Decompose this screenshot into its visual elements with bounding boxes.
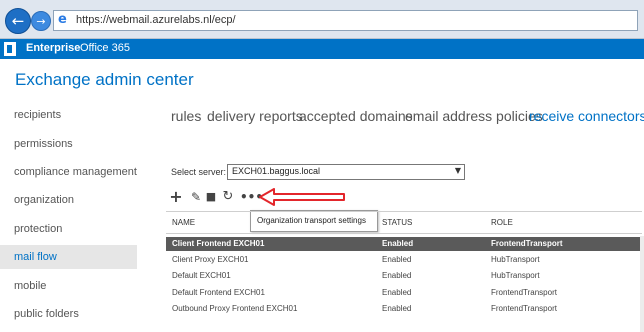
sidebar-item-recipients[interactable]: recipients — [0, 103, 137, 127]
back-arrow-icon[interactable]: ← — [5, 8, 31, 34]
sidebar-item-public-folders[interactable]: public folders — [0, 302, 137, 326]
table-row[interactable]: Client Frontend EXCH01 Enabled FrontendT… — [166, 237, 644, 251]
address-bar[interactable]: e https://webmail.azurelabs.nl/ecp/ — [53, 10, 638, 31]
sidebar-item-label: public folders — [14, 308, 79, 320]
table-row[interactable]: Default Frontend EXCH01 Enabled Frontend… — [166, 286, 644, 300]
tab-rules[interactable]: rules — [171, 108, 201, 124]
tab-delivery-reports[interactable]: delivery reports — [207, 108, 303, 124]
internet-explorer-icon: e — [58, 12, 67, 27]
page-title: Exchange admin center — [15, 70, 194, 89]
sidebar-item-label: permissions — [14, 138, 73, 150]
cell-status: Enabled — [382, 304, 412, 313]
divider — [166, 211, 642, 212]
cell-status: Enabled — [382, 255, 412, 264]
forward-arrow-icon[interactable]: → — [31, 11, 51, 31]
sidebar-item-label: recipients — [14, 109, 62, 121]
cell-name: Default Frontend EXCH01 — [172, 288, 265, 297]
sidebar-item-label: organization — [14, 194, 74, 206]
more-icon[interactable]: ••• — [240, 190, 263, 204]
cell-name: Client Frontend EXCH01 — [172, 239, 265, 248]
server-select[interactable]: EXCH01.baggus.local ▼ — [227, 164, 465, 180]
sidebar-item-compliance-management[interactable]: compliance management — [0, 160, 137, 184]
cell-status: Enabled — [382, 271, 412, 280]
tooltip-text: Organization transport settings — [257, 216, 366, 225]
sidebar-item-label: protection — [14, 223, 63, 235]
cell-status: Enabled — [382, 239, 414, 248]
tab-receive-connectors[interactable]: receive connectors — [529, 108, 644, 124]
sidebar-item-mail-flow[interactable]: mail flow — [0, 245, 137, 269]
cell-role: FrontendTransport — [491, 239, 563, 248]
divider — [166, 233, 642, 234]
cell-role: HubTransport — [491, 271, 540, 280]
add-icon[interactable]: + — [169, 189, 183, 205]
server-select-label: Select server: — [171, 167, 227, 177]
delete-icon[interactable]: ■ — [204, 190, 218, 204]
tab-email-address-policies[interactable]: email address policies — [405, 108, 543, 124]
sidebar-item-label: mail flow — [14, 251, 57, 263]
tooltip: Organization transport settings — [250, 210, 378, 232]
cell-role: HubTransport — [491, 255, 540, 264]
column-header-name[interactable]: NAME — [172, 218, 195, 227]
cell-name: Outbound Proxy Frontend EXCH01 — [172, 304, 298, 313]
column-header-status[interactable]: STATUS — [382, 218, 412, 227]
table-row[interactable]: Outbound Proxy Frontend EXCH01 Enabled F… — [166, 302, 644, 316]
sidebar-item-protection[interactable]: protection — [0, 217, 137, 241]
column-header-role[interactable]: ROLE — [491, 218, 513, 227]
sidebar-item-mobile[interactable]: mobile — [0, 274, 137, 298]
office-logo-icon[interactable] — [4, 42, 16, 56]
table-row[interactable]: Client Proxy EXCH01 Enabled HubTransport — [166, 253, 644, 267]
annotation-arrow-icon — [259, 188, 345, 206]
server-select-value: EXCH01.baggus.local — [232, 166, 321, 176]
refresh-icon[interactable]: ↻ — [221, 190, 235, 204]
sidebar: recipients permissions compliance manage… — [0, 100, 137, 332]
office-header: Enterprise Office 365 — [0, 39, 644, 59]
sidebar-item-label: mobile — [14, 280, 47, 292]
browser-toolbar: ← → e https://webmail.azurelabs.nl/ecp/ — [0, 0, 644, 39]
chevron-down-icon: ▼ — [454, 166, 461, 175]
cell-name: Client Proxy EXCH01 — [172, 255, 249, 264]
sidebar-item-permissions[interactable]: permissions — [0, 132, 137, 156]
edit-icon[interactable]: ✎ — [189, 190, 203, 204]
tab-office-365[interactable]: Office 365 — [80, 42, 130, 54]
cell-name: Default EXCH01 — [172, 271, 231, 280]
scrollbar[interactable] — [640, 236, 644, 332]
tab-accepted-domains[interactable]: accepted domains — [299, 108, 413, 124]
cell-role: FrontendTransport — [491, 304, 557, 313]
sidebar-item-organization[interactable]: organization — [0, 188, 137, 212]
table-row[interactable]: Default EXCH01 Enabled HubTransport — [166, 269, 644, 283]
url-text[interactable]: https://webmail.azurelabs.nl/ecp/ — [76, 14, 236, 26]
sidebar-item-label: compliance management — [14, 166, 137, 178]
tab-enterprise[interactable]: Enterprise — [26, 42, 80, 54]
cell-status: Enabled — [382, 288, 412, 297]
cell-role: FrontendTransport — [491, 288, 557, 297]
